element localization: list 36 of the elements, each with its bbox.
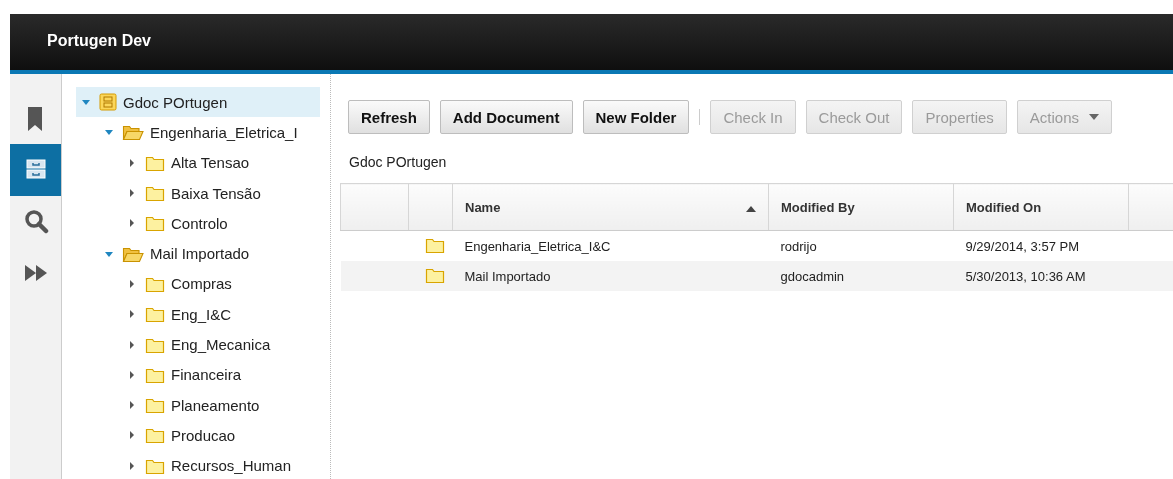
- table-cell: rodrijo: [768, 230, 954, 261]
- table-cell: Mail Importado: [452, 261, 769, 291]
- tree-item[interactable]: Producao: [76, 420, 320, 451]
- tree-item[interactable]: Financeira: [76, 359, 320, 390]
- breadcrumb: Gdoc POrtugen: [349, 154, 447, 170]
- tree-item[interactable]: Recursos_Human: [76, 450, 320, 479]
- table-cell: 5/30/2013, 10:36 AM: [953, 261, 1129, 291]
- column-header[interactable]: Name: [452, 183, 769, 231]
- tree-item[interactable]: Controlo: [76, 208, 320, 239]
- search-icon: [22, 208, 49, 236]
- tree-item[interactable]: Engenharia_Eletrica_I: [76, 117, 320, 148]
- toolbar-button[interactable]: Add Document: [439, 100, 573, 134]
- table-cell: gdocadmin: [768, 261, 954, 291]
- toolbar-button[interactable]: Refresh: [348, 100, 430, 134]
- folder-icon: [145, 305, 165, 324]
- cabinet-icon: [99, 93, 117, 112]
- folder-icon: [145, 214, 165, 233]
- tree-item[interactable]: Eng_I&C: [76, 299, 320, 330]
- column-header[interactable]: Modified On: [953, 183, 1129, 231]
- table-cell: 9/29/2014, 3:57 PM: [953, 230, 1129, 261]
- caret-icon: [1089, 114, 1100, 120]
- tree-item[interactable]: Baixa Tensão: [76, 177, 320, 209]
- tree-item[interactable]: Planeamento: [76, 389, 320, 421]
- folder-icon: [145, 184, 165, 203]
- table-cell: Engenharia_Eletrica_I&C: [452, 230, 769, 261]
- tree-item[interactable]: Alta Tensao: [76, 147, 320, 178]
- folder-icon: [145, 426, 165, 445]
- toolbar-button[interactable]: New Folder: [582, 100, 690, 134]
- tree-item[interactable]: Eng_Mecanica: [76, 329, 320, 360]
- open-folder-icon: [122, 123, 144, 142]
- tree-item[interactable]: Compras: [76, 268, 320, 300]
- column-header[interactable]: Modified By: [768, 183, 954, 231]
- tree-item[interactable]: Mail Importado: [76, 238, 320, 269]
- app-title: Portugen Dev: [47, 32, 151, 50]
- folder-icon: [145, 396, 165, 415]
- tree-item[interactable]: Gdoc POrtugen: [76, 87, 320, 118]
